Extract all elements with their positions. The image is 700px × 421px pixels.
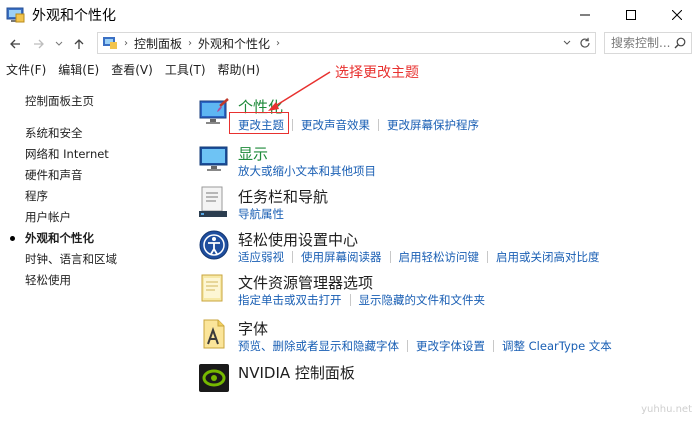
high-contrast-link[interactable]: 启用或关闭高对比度 (496, 249, 600, 265)
sidebar-item-network[interactable]: 网络和 Internet (25, 144, 117, 165)
close-button[interactable] (654, 0, 700, 30)
single-double-click-link[interactable]: 指定单击或双击打开 (238, 292, 342, 308)
link-divider (487, 251, 488, 263)
annotation-highlight-box (229, 112, 289, 134)
annotation-label: 选择更改主题 (335, 65, 419, 81)
link-divider (349, 294, 351, 306)
refresh-icon[interactable] (579, 37, 591, 49)
font-settings-link[interactable]: 更改字体设置 (416, 338, 485, 354)
link-divider (389, 251, 391, 263)
menu-file[interactable]: 文件(F) (0, 61, 52, 78)
chevron-down-icon (55, 41, 63, 46)
maximize-button[interactable] (608, 0, 654, 30)
display-title[interactable]: 显示 (238, 143, 268, 164)
screen-reader-link[interactable]: 使用屏幕阅读器 (301, 249, 382, 265)
arrow-up-icon (74, 39, 84, 49)
breadcrumb-separator-icon: › (124, 37, 128, 49)
nvidia-title[interactable]: NVIDIA 控制面板 (238, 362, 355, 383)
watermark-text: yuhhu.net (641, 404, 692, 415)
taskbar-icon (199, 186, 227, 217)
maximize-icon (626, 10, 636, 20)
resize-text-link[interactable]: 放大或缩小文本和其他项目 (238, 163, 376, 179)
sidebar-item-system-security[interactable]: 系统和安全 (25, 123, 117, 144)
fonts-title[interactable]: 字体 (238, 318, 268, 339)
show-hidden-files-link[interactable]: 显示隐藏的文件和文件夹 (359, 292, 486, 308)
up-button[interactable] (70, 34, 88, 54)
menu-help[interactable]: 帮助(H) (212, 61, 266, 78)
change-screensaver-link[interactable]: 更改屏幕保护程序 (387, 117, 479, 133)
navigation-bar: › 控制面板 › 外观和个性化 › (0, 30, 700, 58)
search-icon (674, 37, 686, 49)
sidebar-home-link[interactable]: 控制面板主页 (25, 93, 94, 109)
sidebar-item-user-accounts[interactable]: 用户帐户 (25, 207, 117, 228)
active-indicator-icon (10, 236, 15, 241)
forward-button[interactable] (30, 34, 48, 54)
back-button[interactable] (6, 34, 24, 54)
link-divider (378, 119, 379, 131)
recent-locations-button[interactable] (50, 34, 68, 54)
nvidia-icon (199, 364, 229, 392)
menu-edit[interactable]: 编辑(E) (52, 61, 105, 78)
link-divider (493, 340, 494, 352)
breadcrumb-appearance[interactable]: 外观和个性化 (198, 35, 270, 52)
fonts-icon (203, 319, 225, 349)
arrow-right-icon (34, 39, 44, 49)
search-input[interactable] (611, 36, 677, 50)
breadcrumb-separator-icon[interactable]: › (276, 38, 280, 49)
menu-view[interactable]: 查看(V) (105, 61, 159, 78)
folder-options-icon (201, 274, 223, 302)
breadcrumb-control-panel[interactable]: 控制面板 (134, 35, 182, 52)
menu-tools[interactable]: 工具(T) (159, 61, 212, 78)
control-panel-icon (103, 37, 117, 49)
display-icon (199, 146, 228, 171)
minimize-icon (580, 14, 590, 16)
file-explorer-options-title[interactable]: 文件资源管理器选项 (238, 272, 373, 293)
access-keys-link[interactable]: 启用轻松访问键 (399, 249, 480, 265)
sidebar-item-clock-language[interactable]: 时钟、语言和区域 (25, 249, 117, 270)
change-sounds-link[interactable]: 更改声音效果 (301, 117, 370, 133)
ease-of-access-title[interactable]: 轻松使用设置中心 (238, 229, 358, 250)
low-vision-link[interactable]: 适应弱视 (238, 249, 284, 265)
arrow-left-icon (10, 39, 20, 49)
sidebar-item-appearance[interactable]: 外观和个性化 (10, 228, 117, 249)
search-box[interactable] (604, 32, 692, 54)
address-bar[interactable]: › 控制面板 › 外观和个性化 › (97, 32, 596, 54)
link-divider (407, 340, 408, 352)
minimize-button[interactable] (562, 0, 608, 30)
close-icon (672, 10, 682, 20)
sidebar-item-hardware-sound[interactable]: 硬件和声音 (25, 165, 117, 186)
cleartype-link[interactable]: 调整 ClearType 文本 (502, 338, 612, 354)
personalization-icon (199, 98, 229, 124)
title-bar: 外观和个性化 (0, 0, 700, 30)
navigation-properties-link[interactable]: 导航属性 (238, 206, 284, 222)
chevron-down-icon[interactable] (563, 39, 571, 47)
sidebar-item-label: 外观和个性化 (25, 231, 94, 245)
window-title: 外观和个性化 (32, 8, 116, 24)
link-divider (292, 119, 293, 131)
ease-of-access-icon (199, 230, 229, 260)
taskbar-title[interactable]: 任务栏和导航 (238, 186, 328, 207)
sidebar-item-programs[interactable]: 程序 (25, 186, 117, 207)
control-panel-icon (6, 7, 25, 23)
link-divider (292, 251, 293, 263)
sidebar-item-ease-of-access[interactable]: 轻松使用 (25, 270, 117, 291)
breadcrumb-separator-icon[interactable]: › (188, 38, 192, 49)
preview-fonts-link[interactable]: 预览、删除或者显示和隐藏字体 (238, 338, 399, 354)
